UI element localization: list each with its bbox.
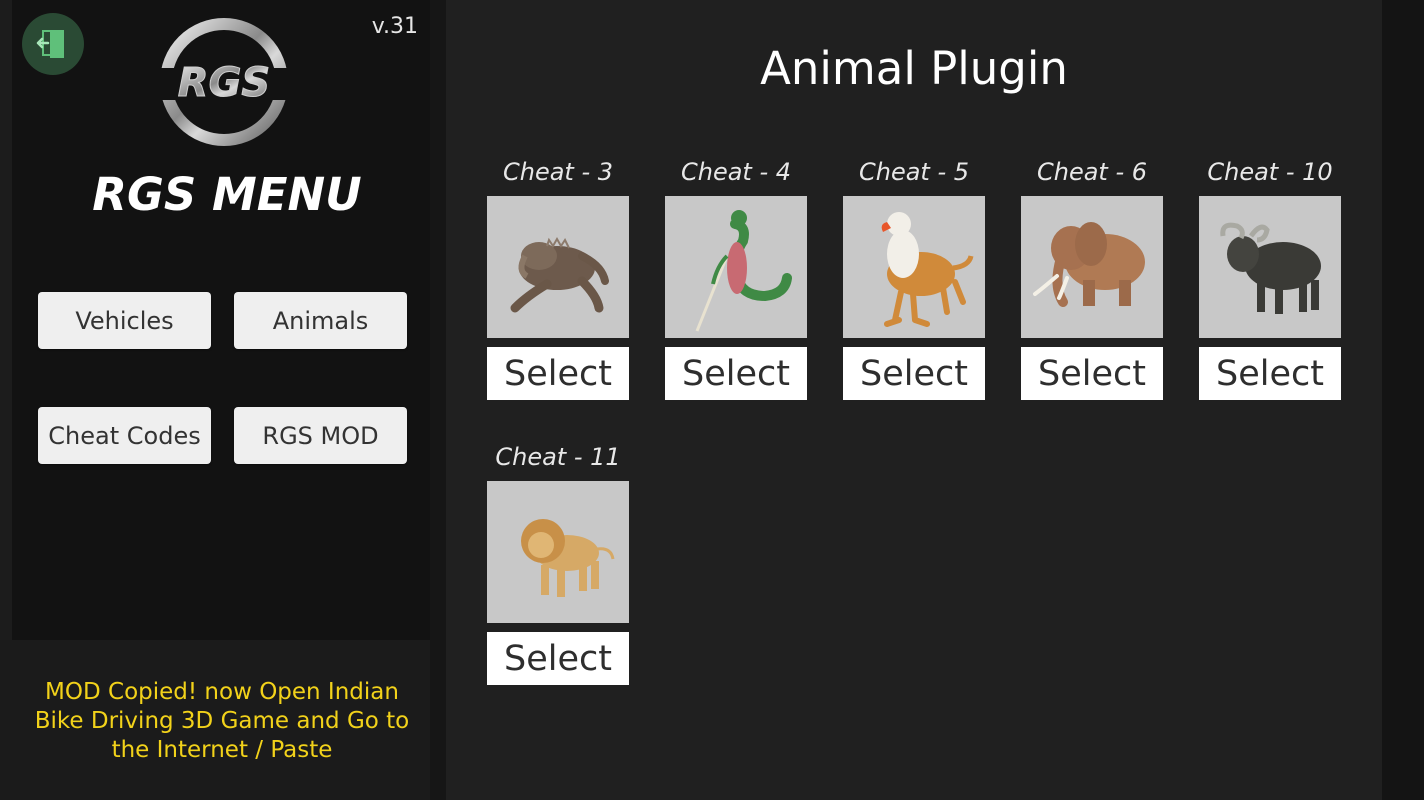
animals-button[interactable]: Animals [234, 292, 407, 349]
page-title: Animal Plugin [760, 42, 1068, 95]
right-edge [1382, 0, 1424, 800]
vehicles-button[interactable]: Vehicles [38, 292, 211, 349]
cheat-codes-button[interactable]: Cheat Codes [38, 407, 211, 464]
griffin-eagle-image [843, 196, 985, 338]
lion-image [487, 481, 629, 623]
menu-title: RGS MENU [92, 168, 362, 221]
select-button[interactable]: Select [1021, 347, 1163, 400]
status-message: MOD Copied! now Open Indian Bike Driving… [34, 679, 410, 763]
card-label: Cheat - 6 [1036, 158, 1148, 186]
divider [430, 0, 446, 800]
select-button[interactable]: Select [487, 347, 629, 400]
select-button[interactable]: Select [665, 347, 807, 400]
elephant-image [1021, 196, 1163, 338]
rgs-logo: RGS [156, 16, 292, 148]
card-label: Cheat - 4 [680, 158, 792, 186]
card-label: Cheat - 3 [502, 158, 614, 186]
exit-button[interactable] [22, 13, 84, 75]
naga-serpent-image [665, 196, 807, 338]
card-label: Cheat - 11 [495, 443, 621, 471]
buffalo-image [1199, 196, 1341, 338]
gorilla-beast-image [487, 196, 629, 338]
card-label: Cheat - 5 [858, 158, 970, 186]
select-button[interactable]: Select [1199, 347, 1341, 400]
version-label: v.31 [371, 14, 418, 39]
select-button[interactable]: Select [487, 632, 629, 685]
select-button[interactable]: Select [843, 347, 985, 400]
card-label: Cheat - 10 [1207, 158, 1333, 186]
exit-door-icon [36, 30, 64, 58]
rgs-mod-button[interactable]: RGS MOD [234, 407, 407, 464]
svg-text:RGS: RGS [178, 60, 270, 106]
